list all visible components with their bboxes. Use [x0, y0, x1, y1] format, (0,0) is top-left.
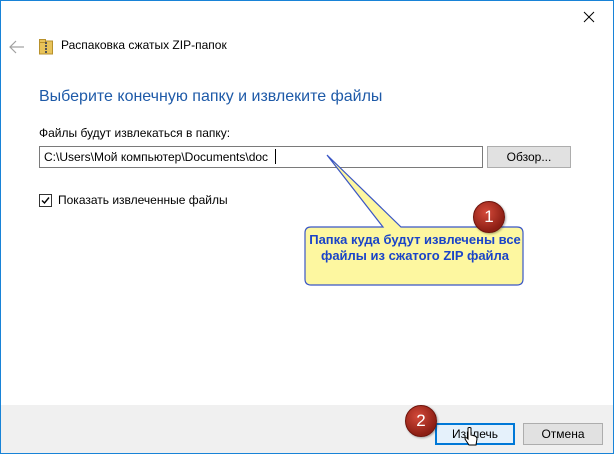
callout-text: Папка куда будут извлечены все файлы из …: [309, 232, 521, 263]
text-caret: [275, 149, 276, 164]
window-title: Распаковка сжатых ZIP-папок: [61, 38, 227, 52]
callout-annotation: [304, 154, 524, 286]
destination-path-input[interactable]: [39, 146, 483, 168]
show-files-label: Показать извлеченные файлы: [58, 193, 228, 207]
step-1-badge: 1: [473, 201, 505, 233]
browse-button[interactable]: Обзор...: [487, 146, 571, 168]
page-heading: Выберите конечную папку и извлеките файл…: [39, 88, 383, 105]
close-button[interactable]: [567, 2, 611, 32]
step-2-badge: 2: [405, 405, 437, 437]
dialog-footer: [1, 405, 613, 453]
cancel-button[interactable]: Отмена: [523, 423, 603, 445]
back-arrow-icon[interactable]: [7, 37, 27, 57]
close-icon: [583, 11, 595, 23]
destination-label: Файлы будут извлекаться в папку:: [39, 126, 231, 140]
zip-folder-icon: [39, 39, 53, 55]
checkmark-icon: [41, 196, 50, 204]
show-files-checkbox[interactable]: [39, 193, 52, 207]
wizard-header: Распаковка сжатых ZIP-папок: [1, 31, 613, 63]
extract-dialog: Распаковка сжатых ZIP-папок Выберите кон…: [0, 0, 614, 454]
mouse-pointer-icon: [464, 427, 478, 446]
show-files-option[interactable]: Показать извлеченные файлы: [39, 192, 228, 208]
